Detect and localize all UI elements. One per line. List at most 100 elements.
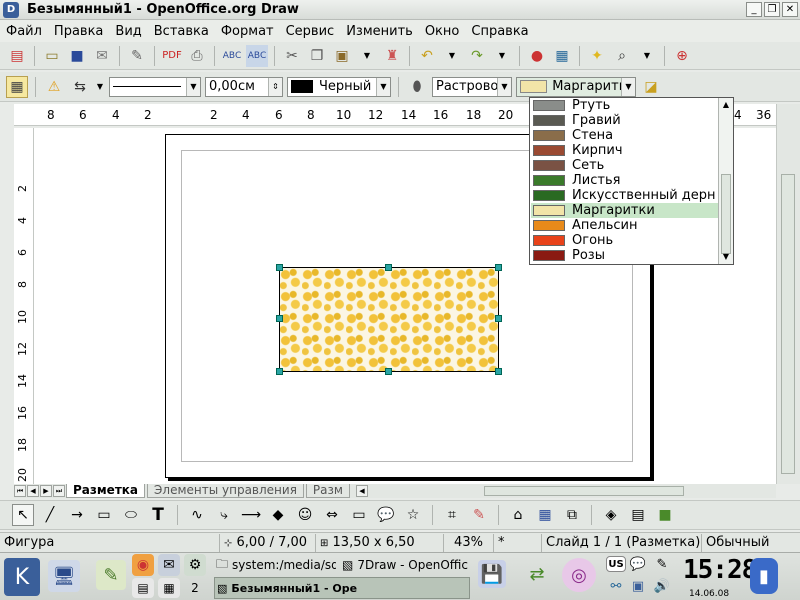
resize-handle[interactable] [495, 368, 502, 375]
resize-handle[interactable] [495, 315, 502, 322]
tab-layout[interactable]: Разметка [66, 484, 146, 498]
extrusion-icon[interactable]: ■ [654, 504, 676, 526]
points-icon[interactable]: ⌗ [441, 504, 463, 526]
desktop-number[interactable]: 2 [186, 578, 204, 598]
kde-menu-icon[interactable]: K [4, 558, 40, 596]
save-disk-icon[interactable]: 💾 [478, 560, 506, 588]
curve-icon[interactable]: ∿ [186, 504, 208, 526]
save-icon[interactable]: ■ [66, 45, 88, 67]
chevron-down-icon[interactable]: ▼ [497, 77, 511, 96]
help-icon[interactable]: ⊕ [671, 45, 693, 67]
scroll-down-icon[interactable]: ▼ [719, 250, 733, 264]
callouts-icon[interactable]: 💬 [375, 504, 397, 526]
text-icon[interactable]: T [147, 504, 169, 526]
chevron-down-icon[interactable]: ▼ [621, 77, 635, 96]
monitor-icon[interactable]: ▣ [628, 576, 648, 596]
arrow-line-icon[interactable]: → [66, 504, 88, 526]
resize-handle[interactable] [385, 264, 392, 271]
chart-icon[interactable]: ● [526, 45, 548, 67]
scrollbar-thumb[interactable] [721, 174, 731, 254]
list-item-selected[interactable]: Маргаритки [531, 203, 718, 218]
keyboard-layout-indicator[interactable]: US [606, 556, 626, 572]
thunderbird-icon[interactable]: ✉ [158, 554, 180, 576]
open-icon[interactable]: ▭ [41, 45, 63, 67]
menu-edit[interactable]: Правка [54, 24, 103, 39]
flowchart-icon[interactable]: ▭ [348, 504, 370, 526]
settings-icon[interactable]: ⚙ [184, 554, 206, 576]
minimize-button[interactable]: _ [746, 2, 762, 17]
dropdown-scrollbar[interactable]: ▲ ▼ [718, 98, 733, 264]
list-item[interactable]: Розы [531, 248, 718, 263]
resize-handle[interactable] [276, 368, 283, 375]
clock[interactable]: 15:28 [683, 555, 757, 585]
line-tool-icon[interactable]: ╱ [39, 504, 61, 526]
symbol-shapes-icon[interactable]: ☺ [294, 504, 316, 526]
email-icon[interactable]: ✉ [91, 45, 113, 67]
resize-handle[interactable] [276, 315, 283, 322]
shadow-icon[interactable]: ◪ [640, 76, 662, 98]
zoom-dropdown-icon[interactable]: ▼ [636, 45, 658, 67]
task-system-media[interactable]: 🗀 system:/media/sd [214, 554, 336, 576]
maximize-button[interactable]: ❐ [764, 2, 780, 17]
line-icon[interactable]: ⚠ [43, 76, 65, 98]
list-item[interactable]: Гравий [531, 113, 718, 128]
connector-icon[interactable]: ⤷ [213, 504, 235, 526]
menu-window[interactable]: Окно [425, 24, 460, 39]
close-button[interactable]: ✕ [782, 2, 798, 17]
lines-arrows-icon[interactable]: ⟶ [240, 504, 262, 526]
copy-icon[interactable]: ❐ [306, 45, 328, 67]
print-icon[interactable]: ⎙ [186, 45, 208, 67]
arrow-style-icon[interactable]: ⇆ [69, 76, 91, 98]
menu-insert[interactable]: Вставка [154, 24, 209, 39]
glue-points-icon[interactable]: ✎ [468, 504, 490, 526]
app-icon[interactable]: D [3, 1, 19, 18]
redo-icon[interactable]: ↷ [466, 45, 488, 67]
undo-dropdown-icon[interactable]: ▼ [441, 45, 463, 67]
area-style-select[interactable]: Растровое ▼ [432, 76, 512, 97]
list-item[interactable]: Апельсин [531, 218, 718, 233]
format-paintbrush-icon[interactable]: ♜ [381, 45, 403, 67]
ellipse-icon[interactable]: ⬭ [120, 504, 142, 526]
resize-handle[interactable] [495, 264, 502, 271]
speaker-icon[interactable]: 🔊 [652, 576, 672, 596]
menu-view[interactable]: Вид [115, 24, 141, 39]
undo-icon[interactable]: ↶ [416, 45, 438, 67]
menu-modify[interactable]: Изменить [346, 24, 413, 39]
from-file-icon[interactable]: ⌂ [507, 504, 529, 526]
block-arrows-icon[interactable]: ⇔ [321, 504, 343, 526]
menu-file[interactable]: Файл [6, 24, 42, 39]
edit-file-icon[interactable]: ✎ [126, 45, 148, 67]
menu-format[interactable]: Формат [221, 24, 274, 39]
cut-icon[interactable]: ✂ [281, 45, 303, 67]
notes-icon[interactable]: ✎ [652, 554, 672, 574]
area-fill-select[interactable]: Маргаритки ▼ [516, 76, 636, 97]
network-icon[interactable]: ⚯ [606, 576, 626, 596]
list-item[interactable]: Огонь [531, 233, 718, 248]
spellcheck-icon[interactable]: ABC [221, 45, 243, 67]
scroll-up-icon[interactable]: ▲ [719, 98, 733, 112]
chevron-down-icon[interactable]: ▼ [186, 77, 200, 96]
arrange-icon[interactable]: ▤ [627, 504, 649, 526]
menu-tools[interactable]: Сервис [286, 24, 335, 39]
styles-icon[interactable]: ▦ [6, 75, 28, 98]
list-item[interactable]: Сеть [531, 158, 718, 173]
basic-shapes-icon[interactable]: ◆ [267, 504, 289, 526]
resize-handle[interactable] [385, 368, 392, 375]
first-tab-icon[interactable]: ⏮ [14, 485, 26, 497]
line-style-select[interactable]: ▼ [109, 76, 201, 97]
autospellcheck-icon[interactable]: ABC [246, 44, 268, 67]
area-fill-dropdown-list[interactable]: Ртуть Гравий Стена Кирпич Сеть Листья Ис… [529, 97, 734, 265]
arrow-style-dropdown-icon[interactable]: ▼ [95, 76, 105, 98]
firefox-icon[interactable]: ◉ [132, 554, 154, 576]
tab-dimension-lines[interactable]: Разм [305, 484, 350, 498]
chat-icon[interactable]: 💬 [628, 554, 648, 574]
task-draw-group[interactable]: ▧ 7Draw - OpenOffic [340, 554, 470, 576]
effects-icon[interactable]: ✦ [586, 45, 608, 67]
align-icon[interactable]: ◈ [600, 504, 622, 526]
list-item[interactable]: Стена [531, 128, 718, 143]
export-pdf-icon[interactable]: PDF [161, 45, 183, 67]
rectangle-icon[interactable]: ▭ [93, 504, 115, 526]
rotate-icon[interactable]: ⧉ [561, 504, 583, 526]
paste-icon[interactable]: ▣ [331, 45, 353, 67]
computer-icon[interactable]: 🖥 [48, 560, 80, 592]
